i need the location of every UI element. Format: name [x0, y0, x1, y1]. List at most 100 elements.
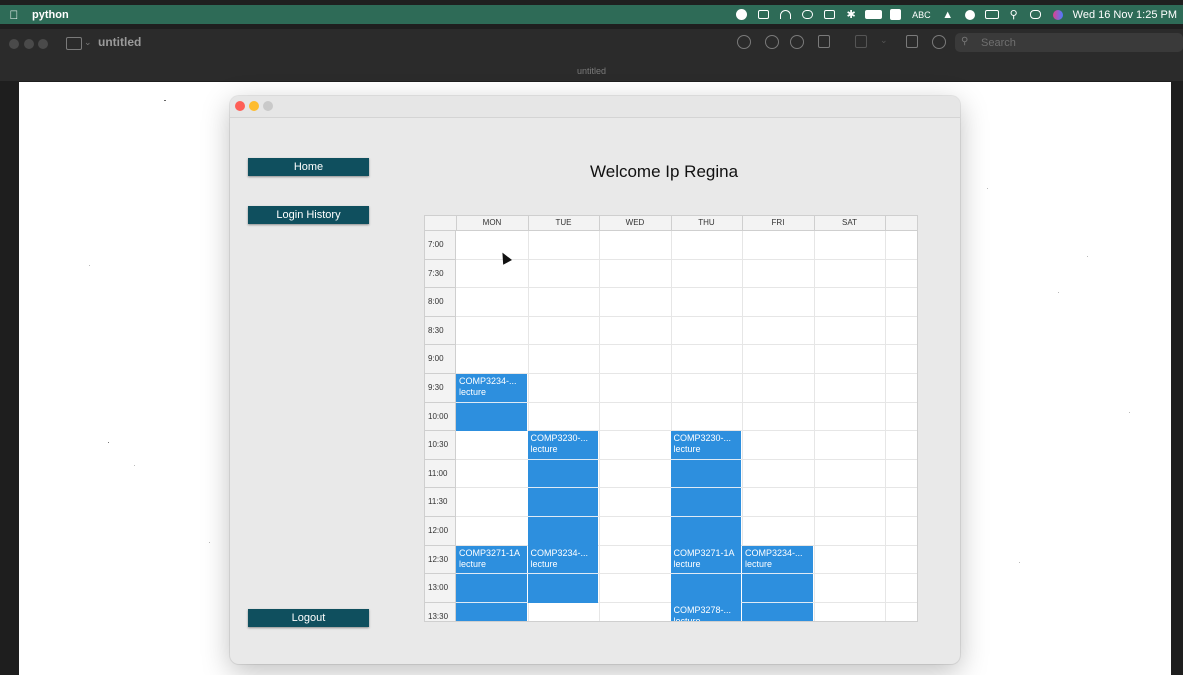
event-slot-divider: [456, 401, 527, 403]
time-label: 12:30: [428, 554, 449, 564]
event-kind: lecture: [530, 444, 558, 455]
event-course-code: COMP3271-1A: [673, 547, 735, 558]
zoom-button[interactable]: [263, 101, 273, 111]
battery-icon[interactable]: [862, 5, 884, 24]
time-label: 11:30: [428, 497, 448, 507]
time-divider: [425, 487, 455, 489]
info-icon[interactable]: [737, 35, 751, 49]
grid-column-line: [599, 231, 600, 621]
app-menu-name[interactable]: python: [32, 9, 69, 21]
control-center-icon[interactable]: [1025, 5, 1047, 24]
timetable-event[interactable]: COMP3230-... lecture: [670, 431, 741, 546]
timetable-event[interactable]: COMP3278-... lecture: [670, 602, 741, 621]
user-icon[interactable]: [959, 5, 981, 24]
day-header: SAT: [813, 216, 885, 230]
grid-row-line: [456, 258, 917, 260]
time-divider: [425, 287, 455, 289]
document-subtitle: untitled: [576, 66, 607, 76]
event-slot-divider: [527, 573, 598, 575]
menu-clock[interactable]: Wed 16 Nov 1:25 PM: [1073, 9, 1177, 21]
event-slot-divider: [527, 515, 598, 517]
event-kind: lecture: [459, 558, 487, 569]
minimize-button-inactive[interactable]: [24, 39, 34, 49]
time-label: 13:00: [428, 583, 449, 593]
wifi-icon[interactable]: ▲: [937, 5, 959, 24]
cloud-icon[interactable]: [796, 5, 818, 24]
event-kind: lecture: [530, 558, 558, 569]
day-header: S: [885, 216, 917, 230]
arc-icon[interactable]: [774, 5, 796, 24]
event-slot-divider: [670, 573, 741, 575]
time-label: 8:30: [428, 325, 444, 335]
timetable: MONTUEWEDTHUFRISATS 7:00 7:30 8:00 8:30 9:00…: [424, 215, 918, 622]
search-field[interactable]: ⚲: [955, 33, 1183, 52]
timetable-event[interactable]: COMP3230-... lecture: [527, 431, 598, 546]
close-button-inactive[interactable]: [9, 39, 19, 49]
rotate-icon[interactable]: [906, 35, 918, 48]
day-header: THU: [670, 216, 742, 230]
time-label: 7:30: [428, 268, 444, 278]
event-course-code: COMP3234-...: [530, 547, 589, 558]
preview-toolbar: ⌄ untitled ⌄ ⚲ untitled: [0, 29, 1183, 81]
spotlight-icon[interactable]: ⚲: [1003, 5, 1025, 24]
time-label: 9:00: [428, 354, 444, 364]
time-label: 8:00: [428, 297, 444, 307]
input-source-label[interactable]: ABC: [912, 10, 931, 20]
welcome-heading: Welcome Ip Regina: [590, 162, 739, 181]
time-divider: [425, 344, 455, 346]
event-course-code: COMP3230-...: [530, 433, 589, 444]
time-label: 10:30: [428, 440, 449, 450]
timetable-time-column: 7:00 7:30 8:00 8:30 9:00 9:30 10:00 10:30 11:00 1…: [425, 231, 456, 621]
time-divider: [425, 258, 455, 260]
event-slot-divider: [456, 601, 527, 603]
timetable-event[interactable]: COMP3271-1A lecture: [456, 545, 527, 621]
event-kind: lecture: [459, 387, 487, 397]
time-divider: [425, 601, 455, 603]
event-slot-divider: [742, 601, 813, 603]
menu-bar:  python ✱ ABC ▲ ⚲ Wed 16 Nov 1:25 PM: [0, 0, 1183, 29]
bluetooth-icon[interactable]: ✱: [840, 5, 862, 24]
timetable-event[interactable]: COMP3234-... lecture: [456, 374, 527, 432]
siri-icon[interactable]: [1047, 5, 1069, 24]
event-kind: lecture: [673, 558, 701, 569]
event-course-code: COMP3230-...: [673, 433, 732, 444]
time-divider: [425, 544, 455, 546]
sidebar-toggle-icon[interactable]: [66, 37, 82, 50]
home-button[interactable]: Home: [248, 158, 369, 176]
search-input[interactable]: [979, 34, 1163, 52]
photos-icon[interactable]: [752, 5, 774, 24]
apple-icon[interactable]: : [0, 8, 28, 22]
windows-icon[interactable]: [818, 5, 840, 24]
markup-chevron-icon[interactable]: ⌄: [880, 35, 888, 46]
logout-button[interactable]: Logout: [248, 609, 369, 627]
keyboard-icon[interactable]: [981, 5, 1003, 24]
event-course-code: COMP3234-...: [459, 376, 517, 386]
timetable-header: MONTUEWEDTHUFRISATS: [425, 216, 917, 231]
zoom-in-icon[interactable]: [790, 35, 804, 49]
time-label: 7:00: [428, 240, 444, 249]
zoom-button-inactive[interactable]: [38, 39, 48, 49]
markup-icon[interactable]: [855, 35, 867, 48]
timetable-event[interactable]: COMP3234-... lecture: [527, 545, 598, 603]
close-button[interactable]: [235, 101, 245, 111]
chevron-down-icon[interactable]: ⌄: [84, 37, 92, 48]
time-divider: [425, 430, 455, 432]
timetable-event[interactable]: COMP3234-... lecture: [742, 545, 813, 621]
minimize-button[interactable]: [249, 101, 259, 111]
app-window: Home Login History Logout Welcome Ip Reg…: [230, 96, 960, 664]
grid-column-line: [885, 231, 886, 621]
timetable-event[interactable]: COMP3271-1A lecture: [670, 545, 741, 603]
login-history-button[interactable]: Login History: [248, 206, 369, 224]
annotate-icon[interactable]: [932, 35, 946, 49]
day-header: FRI: [742, 216, 813, 230]
event-course-code: COMP3271-1A: [459, 547, 521, 558]
record-icon[interactable]: [730, 5, 752, 24]
zoom-out-icon[interactable]: [765, 35, 779, 49]
event-slot-divider: [670, 487, 741, 489]
time-label: 11:00: [428, 468, 448, 478]
grid-row-line: [456, 344, 917, 346]
event-kind: lecture: [673, 444, 701, 455]
time-divider: [425, 516, 455, 517]
share-icon[interactable]: [818, 35, 830, 48]
keyboard-a-icon[interactable]: [884, 5, 906, 24]
